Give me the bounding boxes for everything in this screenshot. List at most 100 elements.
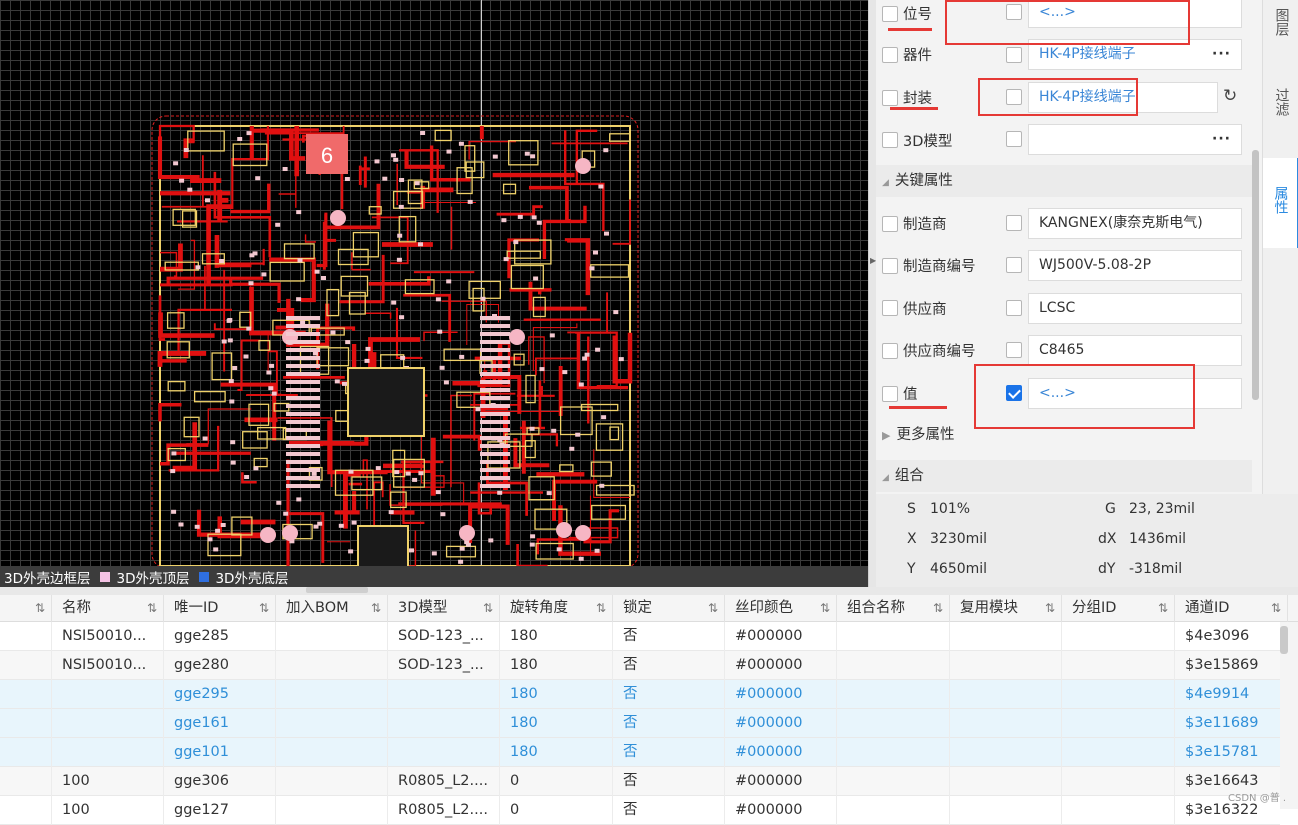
refresh-icon[interactable]: ↻ <box>1223 86 1237 106</box>
table-cell: 否 <box>613 622 725 651</box>
prop-checkbox[interactable] <box>882 90 898 106</box>
layer-color-swatch <box>100 571 111 582</box>
tab-filter[interactable]: 过滤 <box>1263 88 1298 148</box>
more-icon[interactable]: ··· <box>1212 40 1231 69</box>
table-cell: 否 <box>613 680 725 709</box>
table-cell <box>1062 738 1175 767</box>
column-header[interactable]: 复用模块 ⇅ <box>950 595 1062 622</box>
more-icon[interactable]: ··· <box>1212 125 1231 154</box>
sort-icon[interactable]: ⇅ <box>371 595 381 621</box>
property-panel: 位号 <...> 器件 HK-4P接线端子 ··· 封装 HK-4P接线端子 ↻ … <box>876 0 1262 494</box>
panel-splitter[interactable]: ▶ <box>868 0 876 587</box>
section-title: 关键属性 <box>894 173 953 189</box>
tab-label: 图层 <box>1273 8 1290 36</box>
layer-tab-frame[interactable]: 3D外壳边框层 <box>0 566 96 587</box>
prop-checkbox[interactable] <box>882 47 898 63</box>
prop-label: 供应商 <box>903 302 947 318</box>
prop-label: 位号 <box>903 7 932 23</box>
column-header-label: 组合名称 <box>847 600 905 616</box>
pcb-canvas[interactable]: 6 <box>0 0 868 566</box>
sort-icon[interactable]: ⇅ <box>933 595 943 621</box>
table-row[interactable]: NSI50010... gge280 SOD-123_... 180 否 #000000 $… <box>0 651 1280 680</box>
table-row[interactable]: NSI50010... gge285 SOD-123_... 180 否 #000000 $… <box>0 622 1280 651</box>
sort-icon[interactable]: ⇅ <box>1045 595 1055 621</box>
value-checkbox[interactable] <box>1006 47 1022 63</box>
table-cell: $3e15781 <box>1185 744 1259 760</box>
column-header[interactable]: 丝印颜色 ⇅ <box>725 595 837 622</box>
device-value: HK-4P接线端子 <box>1039 46 1136 62</box>
panel-scrollbar[interactable] <box>1252 150 1259 400</box>
prop-checkbox[interactable] <box>882 6 898 22</box>
table-cell <box>950 709 1062 738</box>
section-title: 组合 <box>894 468 924 484</box>
prop-checkbox[interactable] <box>882 258 898 274</box>
column-header[interactable]: 唯一ID ⇅ <box>164 595 276 622</box>
column-header[interactable]: 分组ID ⇅ <box>1062 595 1175 622</box>
column-header-label: 丝印颜色 <box>735 600 793 616</box>
table-cell <box>276 651 388 680</box>
resize-handle[interactable] <box>306 587 368 593</box>
table-cell: #000000 <box>725 796 837 825</box>
column-header[interactable]: 锁定 ⇅ <box>613 595 725 622</box>
column-header[interactable]: 加入BOM ⇅ <box>276 595 388 622</box>
table-row[interactable]: gge161 180 否 #000000 $3e11689 <box>0 709 1280 738</box>
side-tab-bar: 图层 过滤 属性 <box>1262 0 1298 494</box>
table-cell: 180 <box>500 651 613 680</box>
table-row[interactable]: gge295 180 否 #000000 $4e9914 <box>0 680 1280 709</box>
table-cell: #000000 <box>725 709 837 738</box>
mfr-part-field[interactable]: WJ500V-5.08-2P <box>1028 250 1242 281</box>
sort-icon[interactable]: ⇅ <box>35 595 45 621</box>
prop-checkbox[interactable] <box>882 300 898 316</box>
sort-icon[interactable]: ⇅ <box>596 595 606 621</box>
table-scrollbar-thumb[interactable] <box>1280 626 1288 654</box>
table-cell <box>388 709 500 738</box>
value-checkbox[interactable] <box>1006 215 1022 231</box>
prop-checkbox[interactable] <box>882 386 898 402</box>
sort-icon[interactable]: ⇅ <box>1158 595 1168 621</box>
3dmodel-field[interactable]: ··· <box>1028 124 1242 155</box>
value-checkbox[interactable] <box>1006 131 1022 147</box>
table-header: ⇅ 名称 ⇅ 唯一ID ⇅ 加入BOM ⇅ 3D模型 ⇅ 旋转角度 ⇅ 锁定 ⇅ 丝印颜色 ⇅ 组合名称 ⇅ 复用… <box>0 595 1298 622</box>
supplier-part-field[interactable]: C8465 <box>1028 335 1242 366</box>
value-checkbox[interactable] <box>1006 342 1022 358</box>
value-checkbox[interactable] <box>1006 257 1022 273</box>
table-cell <box>388 738 500 767</box>
sort-icon[interactable]: ⇅ <box>483 595 493 621</box>
column-header[interactable]: 通道ID ⇅ <box>1175 595 1288 622</box>
grid-value: 23, 23mil <box>1129 501 1195 517</box>
column-header[interactable]: 名称 ⇅ <box>52 595 164 622</box>
table-cell <box>0 796 52 825</box>
prop-checkbox[interactable] <box>882 216 898 232</box>
table-row[interactable]: 100 gge127 R0805_L2.... 0 否 #000000 $3e16322 <box>0 796 1280 825</box>
column-header[interactable]: ⇅ <box>0 595 52 622</box>
tab-layers[interactable]: 图层 <box>1263 8 1298 68</box>
column-header-label: 加入BOM <box>286 600 349 616</box>
prop-checkbox[interactable] <box>882 132 898 148</box>
sort-icon[interactable]: ⇅ <box>259 595 269 621</box>
prop-checkbox[interactable] <box>882 343 898 359</box>
manufacturer-field[interactable]: KANGNEX(康奈克斯电气) <box>1028 208 1242 239</box>
sort-icon[interactable]: ⇅ <box>147 595 157 621</box>
column-header[interactable]: 旋转角度 ⇅ <box>500 595 613 622</box>
column-header[interactable]: 3D模型 ⇅ <box>388 595 500 622</box>
table-cell: $3e11689 <box>1185 715 1259 731</box>
table-cell: 100 <box>52 796 164 825</box>
prop-label: 制造商编号 <box>903 259 976 275</box>
supplier-field[interactable]: LCSC <box>1028 293 1242 324</box>
column-header[interactable]: 组合名称 ⇅ <box>837 595 950 622</box>
sort-icon[interactable]: ⇅ <box>820 595 830 621</box>
tab-properties[interactable]: 属性 <box>1263 158 1298 248</box>
value-checkbox[interactable] <box>1006 300 1022 316</box>
sort-icon[interactable]: ⇅ <box>708 595 718 621</box>
table-row[interactable]: 100 gge306 R0805_L2.... 0 否 #000000 $3e16643 <box>0 767 1280 796</box>
table-cell <box>1062 709 1175 738</box>
pcb-board[interactable]: 6 <box>0 0 868 566</box>
annotation-box <box>945 0 1190 45</box>
layer-tab-top[interactable]: 3D外壳顶层 <box>96 566 195 587</box>
layer-tab-bottom[interactable]: 3D外壳底层 <box>195 566 294 587</box>
coordinate-info: S 101% G 23, 23mil X 3230mil dX 1436mil … <box>876 494 1298 587</box>
table-row[interactable]: gge101 180 否 #000000 $3e15781 <box>0 738 1280 767</box>
section-group[interactable]: ◢ 组合 <box>876 460 1252 492</box>
section-key-attributes[interactable]: ◢ 关键属性 <box>876 165 1252 197</box>
sort-icon[interactable]: ⇅ <box>1271 595 1281 621</box>
